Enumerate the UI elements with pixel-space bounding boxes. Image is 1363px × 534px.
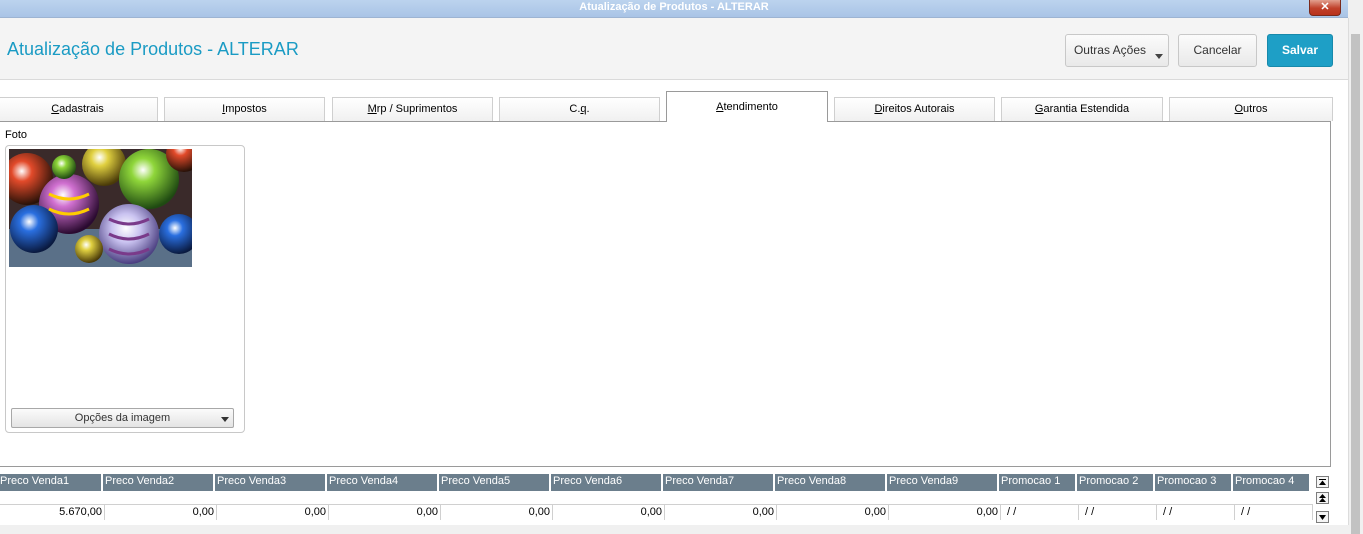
grid-value-cell[interactable]: 0,00	[329, 504, 441, 520]
tab-label: Mrp / Suprimentos	[367, 103, 458, 115]
grid-header-cell[interactable]: Preco Venda2	[103, 474, 215, 491]
grid-spacer	[1235, 491, 1313, 504]
grid-spacer	[329, 491, 441, 504]
grid-header-cell[interactable]: Preco Venda7	[663, 474, 775, 491]
grid-value-cell[interactable]: 0,00	[217, 504, 329, 520]
grid-header-cell[interactable]: Preco Venda8	[775, 474, 887, 491]
page-title: Atualização de Produtos - ALTERAR	[7, 39, 299, 59]
grid-header-cell[interactable]: Preco Venda3	[215, 474, 327, 491]
grid-spacer	[0, 491, 105, 504]
window-scrollbar[interactable]	[1348, 18, 1363, 534]
tab-label: Direitos Autorais	[874, 103, 955, 115]
tab-label: Atendimento	[716, 101, 778, 113]
grid-spacer	[665, 491, 777, 504]
grid-value-cell[interactable]: / /	[1235, 504, 1313, 520]
tab-label: Impostos	[222, 103, 267, 115]
scroll-down-button[interactable]	[1316, 511, 1329, 523]
grid-spacer	[889, 491, 1001, 504]
cancel-button[interactable]: Cancelar	[1178, 34, 1257, 67]
grid-spacer	[777, 491, 889, 504]
scroll-top-button[interactable]	[1316, 476, 1329, 488]
window-title: Atualização de Produtos - ALTERAR	[579, 1, 769, 13]
grid-value-cell[interactable]: 0,00	[105, 504, 217, 520]
grid-header-cell[interactable]: Preco Venda4	[327, 474, 439, 491]
tab-mrp-suprimentos[interactable]: Mrp / Suprimentos	[332, 97, 493, 121]
save-button[interactable]: Salvar	[1267, 34, 1333, 67]
grid-header-cell[interactable]: Promocao 3	[1155, 474, 1233, 491]
tab-label: C.q.	[569, 103, 590, 115]
image-options-dropdown[interactable]: Opções da imagem	[11, 408, 234, 428]
tab-atendimento[interactable]: Atendimento	[666, 91, 828, 122]
scrollbar-thumb[interactable]	[1351, 34, 1360, 534]
grid-value-cell[interactable]: / /	[1157, 504, 1235, 520]
grid-header-cell[interactable]: Preco Venda6	[551, 474, 663, 491]
grid-header-cell[interactable]: Promocao 2	[1077, 474, 1155, 491]
grid-spacer	[1001, 491, 1079, 504]
tab-direitos-autorais[interactable]: Direitos Autorais	[834, 97, 995, 121]
grid-spacer	[217, 491, 329, 504]
outras-acoes-button[interactable]: Outras Ações	[1065, 34, 1169, 67]
tab-label: Outros	[1234, 103, 1268, 115]
grid-header-cell[interactable]: Promocao 1	[999, 474, 1077, 491]
chevron-down-icon	[1155, 54, 1163, 59]
grid-value-cell[interactable]: / /	[1079, 504, 1157, 520]
image-options-label: Opções da imagem	[74, 412, 171, 424]
outras-acoes-label: Outras Ações	[1073, 43, 1147, 57]
chevron-down-icon	[221, 417, 229, 422]
tab-cadastrais[interactable]: Cadastrais	[0, 97, 158, 121]
grid-header-cell[interactable]: Promocao 4	[1233, 474, 1311, 491]
grid-value-cell[interactable]: 0,00	[777, 504, 889, 520]
tab-label: Garantia Estendida	[1034, 103, 1130, 115]
grid-value-cell[interactable]: 0,00	[553, 504, 665, 520]
tab-label: Cadastrais	[51, 103, 104, 115]
tab-cq[interactable]: C.q.	[499, 97, 660, 121]
grid-value-cell[interactable]: 0,00	[665, 504, 777, 520]
grid-value-cell[interactable]: 0,00	[889, 504, 1001, 520]
scroll-page-up-button[interactable]	[1316, 492, 1329, 504]
grid-value-cell[interactable]: 5.670,00	[0, 504, 105, 520]
window-titlebar: Atualização de Produtos - ALTERAR	[0, 0, 1348, 18]
tab-outros[interactable]: Outros	[1169, 97, 1333, 121]
grid-header-cell[interactable]: Preco Venda5	[439, 474, 551, 491]
grid-spacer	[1079, 491, 1157, 504]
grid-header-cell[interactable]: Preco Venda1	[0, 474, 103, 491]
photo-frame: Opções da imagem	[5, 145, 245, 433]
grid-value-cell[interactable]: / /	[1001, 504, 1079, 520]
foto-label: Foto	[5, 129, 28, 141]
tab-garantia-estendida[interactable]: Garantia Estendida	[1001, 97, 1163, 121]
product-photo	[9, 149, 192, 267]
tab-panel-atendimento: Foto Opções da imagem	[0, 121, 1331, 467]
dialog-header: Atualização de Produtos - ALTERAR Outras…	[0, 18, 1348, 80]
close-button[interactable]: ✕	[1309, 0, 1341, 16]
grid-header-cell[interactable]: Preco Venda9	[887, 474, 999, 491]
grid-value-cell[interactable]: 0,00	[441, 504, 553, 520]
grid-spacer	[553, 491, 665, 504]
grid-spacer	[441, 491, 553, 504]
grid-spacer	[105, 491, 217, 504]
tab-impostos[interactable]: Impostos	[164, 97, 325, 121]
grid-spacer	[1157, 491, 1235, 504]
